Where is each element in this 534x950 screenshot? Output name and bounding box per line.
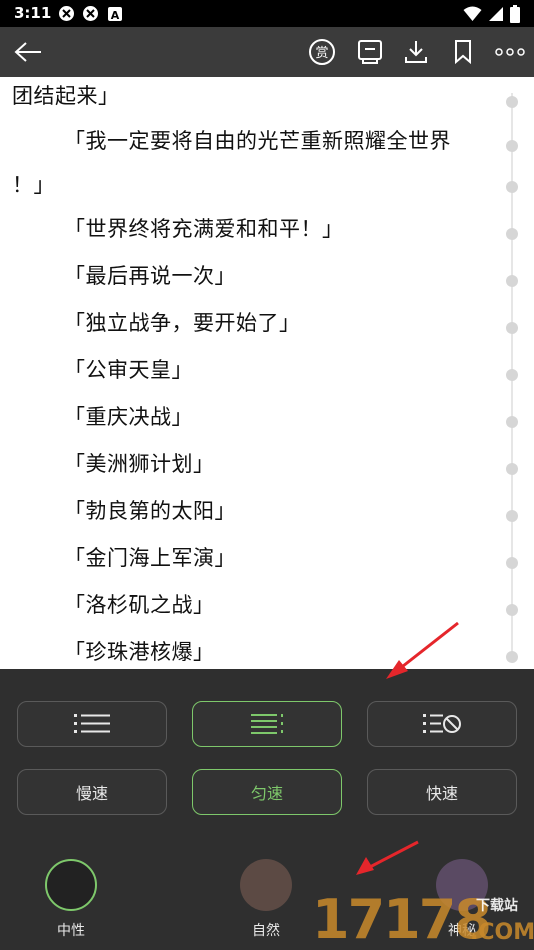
signal-icon — [489, 6, 503, 21]
scroll-dot[interactable] — [506, 275, 518, 287]
speed-slow-button[interactable]: 慢速 — [17, 769, 167, 815]
text-line: 团结起来」 — [12, 84, 120, 108]
watermark-text: 17178 — [312, 888, 492, 950]
page-lines-icon — [251, 714, 283, 734]
scroll-mode-list-button[interactable] — [17, 701, 167, 747]
scroll-dot[interactable] — [506, 416, 518, 428]
app-notification-icon — [83, 6, 98, 21]
scroll-dot[interactable] — [506, 322, 518, 334]
text-line: 「最后再说一次」 — [64, 264, 236, 288]
scroll-dot[interactable] — [506, 96, 518, 108]
text-line: 「金门海上军演」 — [64, 546, 236, 570]
watermark-com: .COM — [470, 920, 534, 945]
voice-natural-label: 自然 — [252, 923, 280, 939]
scroll-dot[interactable] — [506, 604, 518, 616]
reader-toolbar: 赏 — [0, 27, 534, 77]
more-button[interactable] — [494, 36, 526, 68]
more-icon — [495, 48, 525, 56]
bookmark-button[interactable] — [447, 36, 479, 68]
battery-icon — [510, 4, 520, 23]
scroll-dot[interactable] — [506, 181, 518, 193]
reward-button[interactable]: 赏 — [306, 36, 338, 68]
text-line: 「珍珠港核爆」 — [64, 640, 215, 664]
scroll-dot[interactable] — [506, 651, 518, 663]
text-line: 「勃良第的太阳」 — [64, 499, 236, 523]
svg-text:赏: 赏 — [315, 46, 328, 61]
scroll-dot[interactable] — [506, 369, 518, 381]
listen-book-icon — [358, 40, 382, 64]
text-line: 「我一定要将自由的光芒重新照耀全世界 — [64, 129, 451, 153]
scroll-dot[interactable] — [506, 228, 518, 240]
speed-fast-button[interactable]: 快速 — [367, 769, 517, 815]
stop-auto-read-button[interactable] — [367, 701, 517, 747]
watermark-small-text: 下载站 — [476, 898, 518, 914]
download-icon — [405, 41, 427, 63]
text-line: 「美洲狮计划」 — [64, 452, 215, 476]
list-off-icon — [423, 714, 461, 733]
text-line: 「独立战争，要开始了」 — [64, 311, 301, 335]
scroll-dot[interactable] — [506, 557, 518, 569]
scroll-dot[interactable] — [506, 510, 518, 522]
back-button[interactable] — [12, 36, 44, 68]
text-line: 「公审天皇」 — [64, 358, 193, 382]
reader-content[interactable]: 团结起来」 「我一定要将自由的光芒重新照耀全世界 ！」 「世界终将充满爱和和平！… — [0, 77, 534, 669]
text-line: 「世界终将充满爱和和平！」 — [64, 217, 344, 241]
scroll-dot[interactable] — [506, 463, 518, 475]
back-arrow-icon — [14, 42, 41, 62]
status-time: 3:11 — [14, 4, 52, 22]
speed-normal-button[interactable]: 匀速 — [192, 769, 342, 815]
listen-button[interactable] — [354, 36, 386, 68]
voice-natural-button[interactable] — [240, 859, 292, 911]
status-bar: 3:11 A — [0, 0, 534, 27]
app-notification-icon — [59, 6, 74, 21]
list-icon — [74, 714, 110, 733]
scroll-mode-page-button[interactable] — [192, 701, 342, 747]
voice-neutral-label: 中性 — [57, 923, 85, 939]
app-badge-icon: A — [108, 7, 122, 22]
text-line: ！」 — [12, 173, 55, 197]
text-line: 「重庆决战」 — [64, 405, 193, 429]
download-button[interactable] — [400, 36, 432, 68]
scroll-dot[interactable] — [506, 140, 518, 152]
text-line: 「洛杉矶之战」 — [64, 593, 215, 617]
reward-icon: 赏 — [309, 39, 335, 65]
voice-neutral-button[interactable] — [45, 859, 97, 911]
bookmark-icon — [455, 40, 471, 65]
wifi-icon — [463, 6, 482, 21]
